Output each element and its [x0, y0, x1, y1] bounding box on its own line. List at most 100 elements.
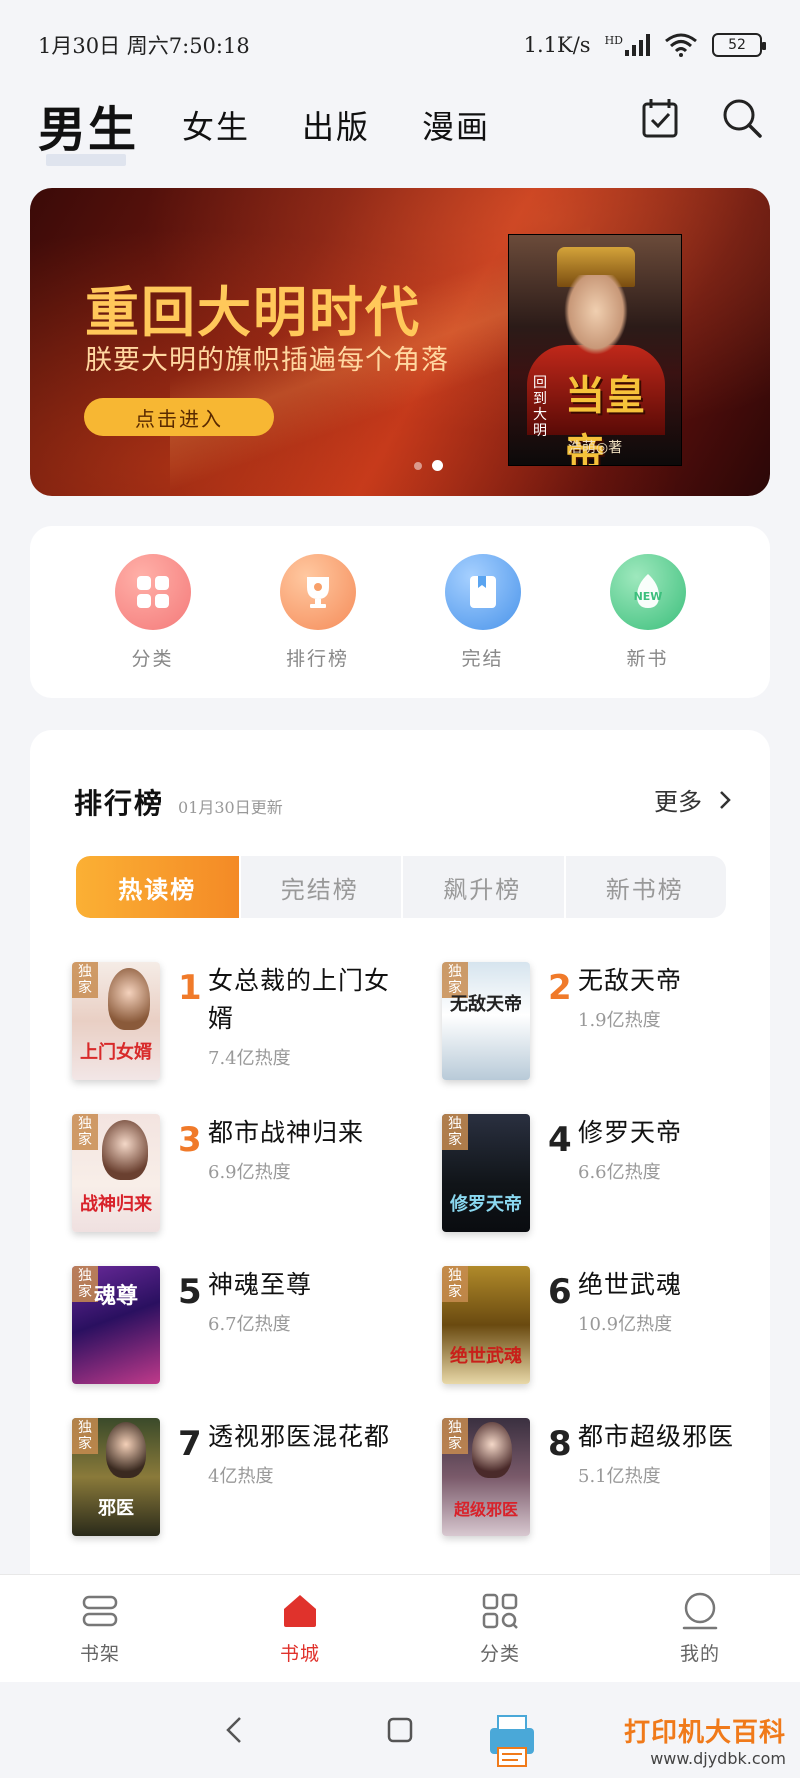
checkin-calendar-icon[interactable]: [638, 96, 682, 140]
network-speed: 1.1K/s: [523, 33, 591, 57]
shortcut-newbooks[interactable]: NEW 新书: [588, 553, 708, 671]
category-shortcuts: 分类 排行榜 完结 NEW 新书: [30, 526, 770, 698]
nav-bookshelf[interactable]: 书架: [0, 1575, 200, 1682]
rank-number: 6: [548, 1272, 572, 1312]
nav-profile[interactable]: 我的: [600, 1575, 800, 1682]
book-heat: 4亿热度: [208, 1466, 274, 1487]
shortcut-ranking[interactable]: 排行榜: [258, 553, 378, 671]
update-date: 01月30日更新: [178, 798, 283, 817]
cover-text: 超级邪医: [453, 1500, 518, 1519]
book-item[interactable]: 独家 战神归来 3 都市战神归来 6.9亿热度: [72, 1114, 402, 1238]
rank-number: 1: [178, 968, 202, 1008]
watermark-title: 打印机大百科: [623, 1718, 786, 1748]
home-button-icon[interactable]: [386, 1716, 414, 1744]
book-title: 绝世武魂: [578, 1270, 683, 1299]
chevron-right-icon: [720, 790, 731, 809]
banner-title: 重回大明时代: [85, 281, 421, 344]
rank-number: 5: [178, 1272, 202, 1312]
more-label: 更多: [654, 788, 702, 816]
cover-art: [472, 1422, 512, 1478]
book-item[interactable]: 独家 绝世武魂 6 绝世武魂 10.9亿热度: [442, 1266, 772, 1390]
banner-book-cover[interactable]: 回到大明 当皇帝 浩萌◎著: [508, 234, 682, 466]
cover-face: [564, 275, 628, 355]
book-heat: 1.9亿热度: [578, 1010, 661, 1031]
book-heat: 6.9亿热度: [208, 1162, 291, 1183]
category-icon: [482, 1593, 518, 1629]
profile-icon: [682, 1592, 718, 1630]
cover-text: 上门女婿: [80, 1042, 152, 1063]
rank-number: 3: [178, 1120, 202, 1160]
tab-publish[interactable]: 出版: [302, 102, 370, 148]
book-item[interactable]: 独家 魂尊 5 神魂至尊 6.7亿热度: [72, 1266, 402, 1390]
book-icon: [444, 553, 521, 630]
tab-new[interactable]: 新书榜: [563, 856, 727, 918]
book-item[interactable]: 独家 超级邪医 8 都市超级邪医 5.1亿热度: [442, 1418, 772, 1542]
shortcut-category[interactable]: 分类: [93, 553, 213, 671]
book-cover: 独家 修罗天帝: [442, 1114, 530, 1232]
banner-enter-button[interactable]: 点击进入: [84, 398, 274, 436]
nav-label: 书城: [279, 1643, 320, 1665]
cover-text: 修罗天帝: [450, 1194, 522, 1215]
book-cover: 独家 无敌天帝: [442, 962, 530, 1080]
home-icon: [284, 1595, 316, 1627]
tab-hot-reads[interactable]: 热读榜: [76, 856, 239, 918]
new-icon: NEW: [609, 553, 686, 630]
more-link[interactable]: 更多: [654, 782, 732, 817]
book-item[interactable]: 独家 修罗天帝 4 修罗天帝 6.6亿热度: [442, 1114, 772, 1238]
cover-art: [108, 968, 150, 1030]
book-item[interactable]: 独家 无敌天帝 2 无敌天帝 1.9亿热度: [442, 962, 772, 1086]
book-item[interactable]: 独家 邪医 7 透视邪医混花都 4亿热度: [72, 1418, 402, 1542]
cover-text: 邪医: [98, 1498, 134, 1519]
search-icon[interactable]: [720, 96, 764, 140]
back-icon[interactable]: [222, 1714, 246, 1746]
book-heat: 10.9亿热度: [578, 1314, 673, 1335]
tab-rising[interactable]: 飙升榜: [401, 856, 564, 918]
book-cover: 独家 上门女婿: [72, 962, 160, 1080]
shortcut-finished[interactable]: 完结: [423, 553, 543, 671]
exclusive-tag: 独家: [442, 1114, 468, 1150]
nav-category[interactable]: 分类: [400, 1575, 600, 1682]
signal-icon: HD: [605, 34, 650, 56]
book-heat: 7.4亿热度: [208, 1048, 291, 1069]
exclusive-tag: 独家: [72, 1418, 98, 1454]
book-title: 无敌天帝: [578, 966, 683, 995]
book-title: 都市战神归来: [208, 1118, 365, 1147]
rank-number: 7: [178, 1424, 202, 1464]
cover-author: 浩萌◎著: [567, 440, 623, 456]
book-title: 透视邪医混花都: [208, 1422, 391, 1451]
cover-text: 绝世武魂: [450, 1346, 522, 1367]
book-cover: 独家 绝世武魂: [442, 1266, 530, 1384]
carousel-dot: [414, 461, 422, 470]
watermark: 打印机大百科 www.djydbk.com: [624, 1712, 786, 1768]
rank-number: 2: [548, 968, 572, 1008]
watermark-url: www.djydbk.com: [650, 1749, 786, 1768]
nav-bookstore[interactable]: 书城: [200, 1575, 400, 1682]
cover-text: 战神归来: [80, 1194, 152, 1215]
tab-female[interactable]: 女生: [182, 102, 250, 148]
status-bar: 1月30日 周六7:50:18 1.1K/s HD 52: [0, 0, 800, 90]
banner-subtitle: 朕要大明的旗帜插遍每个角落: [85, 345, 449, 376]
tab-finished[interactable]: 完结榜: [238, 856, 402, 918]
book-item[interactable]: 独家 上门女婿 1 女总裁的上门女婿 7.4亿热度: [72, 962, 402, 1086]
nav-label: 我的: [679, 1643, 720, 1665]
exclusive-tag: 独家: [442, 1266, 468, 1302]
svg-text:NEW: NEW: [633, 590, 662, 603]
battery-level: 52: [728, 37, 746, 53]
section-title: 排行榜: [74, 787, 165, 820]
book-heat: 6.6亿热度: [578, 1162, 661, 1183]
tab-comic[interactable]: 漫画: [422, 102, 490, 148]
tab-male[interactable]: 男生: [38, 90, 138, 166]
book-title: 神魂至尊: [208, 1270, 313, 1299]
promo-banner[interactable]: 重回大明时代 朕要大明的旗帜插遍每个角落 点击进入 回到大明 当皇帝 浩萌◎著: [30, 188, 770, 496]
cover-art: [102, 1120, 148, 1180]
book-title: 修罗天帝: [578, 1118, 683, 1147]
shortcut-label: 分类: [131, 647, 174, 670]
exclusive-tag: 独家: [442, 1418, 468, 1454]
shortcut-label: 新书: [626, 647, 669, 670]
book-heat: 5.1亿热度: [578, 1466, 661, 1487]
exclusive-tag: 独家: [72, 1114, 98, 1150]
cover-art: [106, 1422, 146, 1478]
trophy-icon: [279, 553, 356, 630]
battery-icon: 52: [712, 33, 766, 57]
wifi-icon: [665, 33, 697, 57]
